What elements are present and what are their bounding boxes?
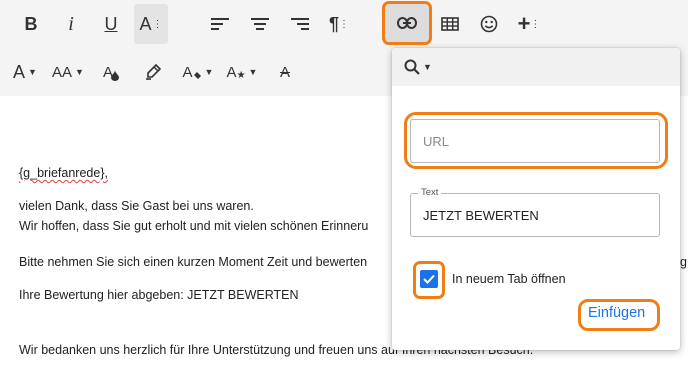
checkmark-icon xyxy=(423,274,435,284)
editor-line-fragment: g xyxy=(680,255,687,269)
editor-line: Ihre Bewertung hier abgeben: JETZT BEWER… xyxy=(19,288,299,302)
bold-icon: B xyxy=(24,14,38,34)
highlighter-icon xyxy=(146,64,161,80)
open-new-tab-checkbox[interactable] xyxy=(420,270,438,288)
align-right-icon xyxy=(291,18,309,30)
url-field[interactable] xyxy=(410,119,660,163)
clear-formatting-icon: A xyxy=(279,63,290,81)
text-input[interactable] xyxy=(411,194,659,236)
chevron-down-icon: ▼ xyxy=(28,67,37,77)
paragraph-button[interactable]: ¶ ⋮ xyxy=(324,0,354,48)
background-color-button[interactable]: A ▼ xyxy=(180,48,216,96)
align-left-icon xyxy=(211,18,229,30)
font-size-icon: A xyxy=(139,14,152,34)
drop-icon xyxy=(111,69,119,81)
editor-line: Wir hoffen, dass Sie gut erholt und mit … xyxy=(19,219,369,233)
link-icon xyxy=(397,17,417,29)
table-icon xyxy=(441,17,459,31)
chevron-down-icon: ▼ xyxy=(204,67,214,77)
popup-header: ▼ xyxy=(392,48,680,86)
insert-button[interactable]: Einfügen xyxy=(588,305,645,321)
font-family-icon: A xyxy=(13,62,26,82)
emoji-icon xyxy=(480,15,498,33)
clear-formatting-button[interactable]: A xyxy=(272,48,298,96)
text-color-button[interactable]: A xyxy=(98,48,124,96)
special-style-icon: A xyxy=(226,63,237,81)
url-input[interactable] xyxy=(411,120,659,162)
table-button[interactable] xyxy=(436,0,464,48)
special-style-button[interactable]: A ★ ▼ xyxy=(224,48,260,96)
text-size-icon: AA xyxy=(52,63,73,81)
search-button[interactable]: ▼ xyxy=(400,48,436,86)
align-right-button[interactable] xyxy=(286,0,314,48)
text-field-label: Text xyxy=(418,187,442,198)
chevron-down-icon: ▼ xyxy=(248,67,258,77)
font-family-button[interactable]: A ▼ xyxy=(8,48,42,96)
more-icon: ⋮ xyxy=(530,18,541,30)
greeting-placeholder: {g_briefanrede}, xyxy=(19,166,108,180)
editor-line: Bitte nehmen Sie sich einen kurzen Momen… xyxy=(19,255,368,269)
font-size-select[interactable]: AA ▼ xyxy=(48,48,88,96)
toolbar-top: B i U A ⋮ ¶ ⋮ + ⋮ xyxy=(0,0,688,48)
paint-bucket-icon xyxy=(193,71,201,79)
search-icon xyxy=(404,59,420,75)
link-button[interactable] xyxy=(385,4,429,42)
font-size-button[interactable]: A ⋮ xyxy=(134,4,168,44)
paragraph-icon: ¶ xyxy=(328,14,339,34)
text-field[interactable]: Text xyxy=(410,187,660,237)
more-icon: ⋮ xyxy=(152,18,163,30)
open-new-tab-label: In neuem Tab öffnen xyxy=(452,272,566,286)
italic-icon: i xyxy=(68,13,74,35)
more-icon: ⋮ xyxy=(339,18,349,30)
editor-line: vielen Dank, dass Sie Gast bei uns waren… xyxy=(19,199,254,213)
background-color-icon: A xyxy=(182,63,193,81)
italic-button[interactable]: i xyxy=(58,0,84,48)
highlight-button[interactable] xyxy=(140,48,166,96)
chevron-down-icon: ▼ xyxy=(75,67,84,77)
insert-plus-icon: + xyxy=(517,11,531,36)
align-left-button[interactable] xyxy=(206,0,234,48)
emoji-button[interactable] xyxy=(475,0,503,48)
underline-icon: U xyxy=(104,14,118,34)
chevron-down-icon: ▼ xyxy=(423,62,432,72)
align-center-icon xyxy=(251,18,269,30)
star-icon: ★ xyxy=(236,69,246,81)
align-center-button[interactable] xyxy=(246,0,274,48)
link-popup: ▼ Text In neuem Tab öffnen Einfügen xyxy=(392,48,680,350)
insert-more-button[interactable]: + ⋮ xyxy=(514,0,544,48)
underline-button[interactable]: U xyxy=(98,0,124,48)
bold-button[interactable]: B xyxy=(18,0,44,48)
